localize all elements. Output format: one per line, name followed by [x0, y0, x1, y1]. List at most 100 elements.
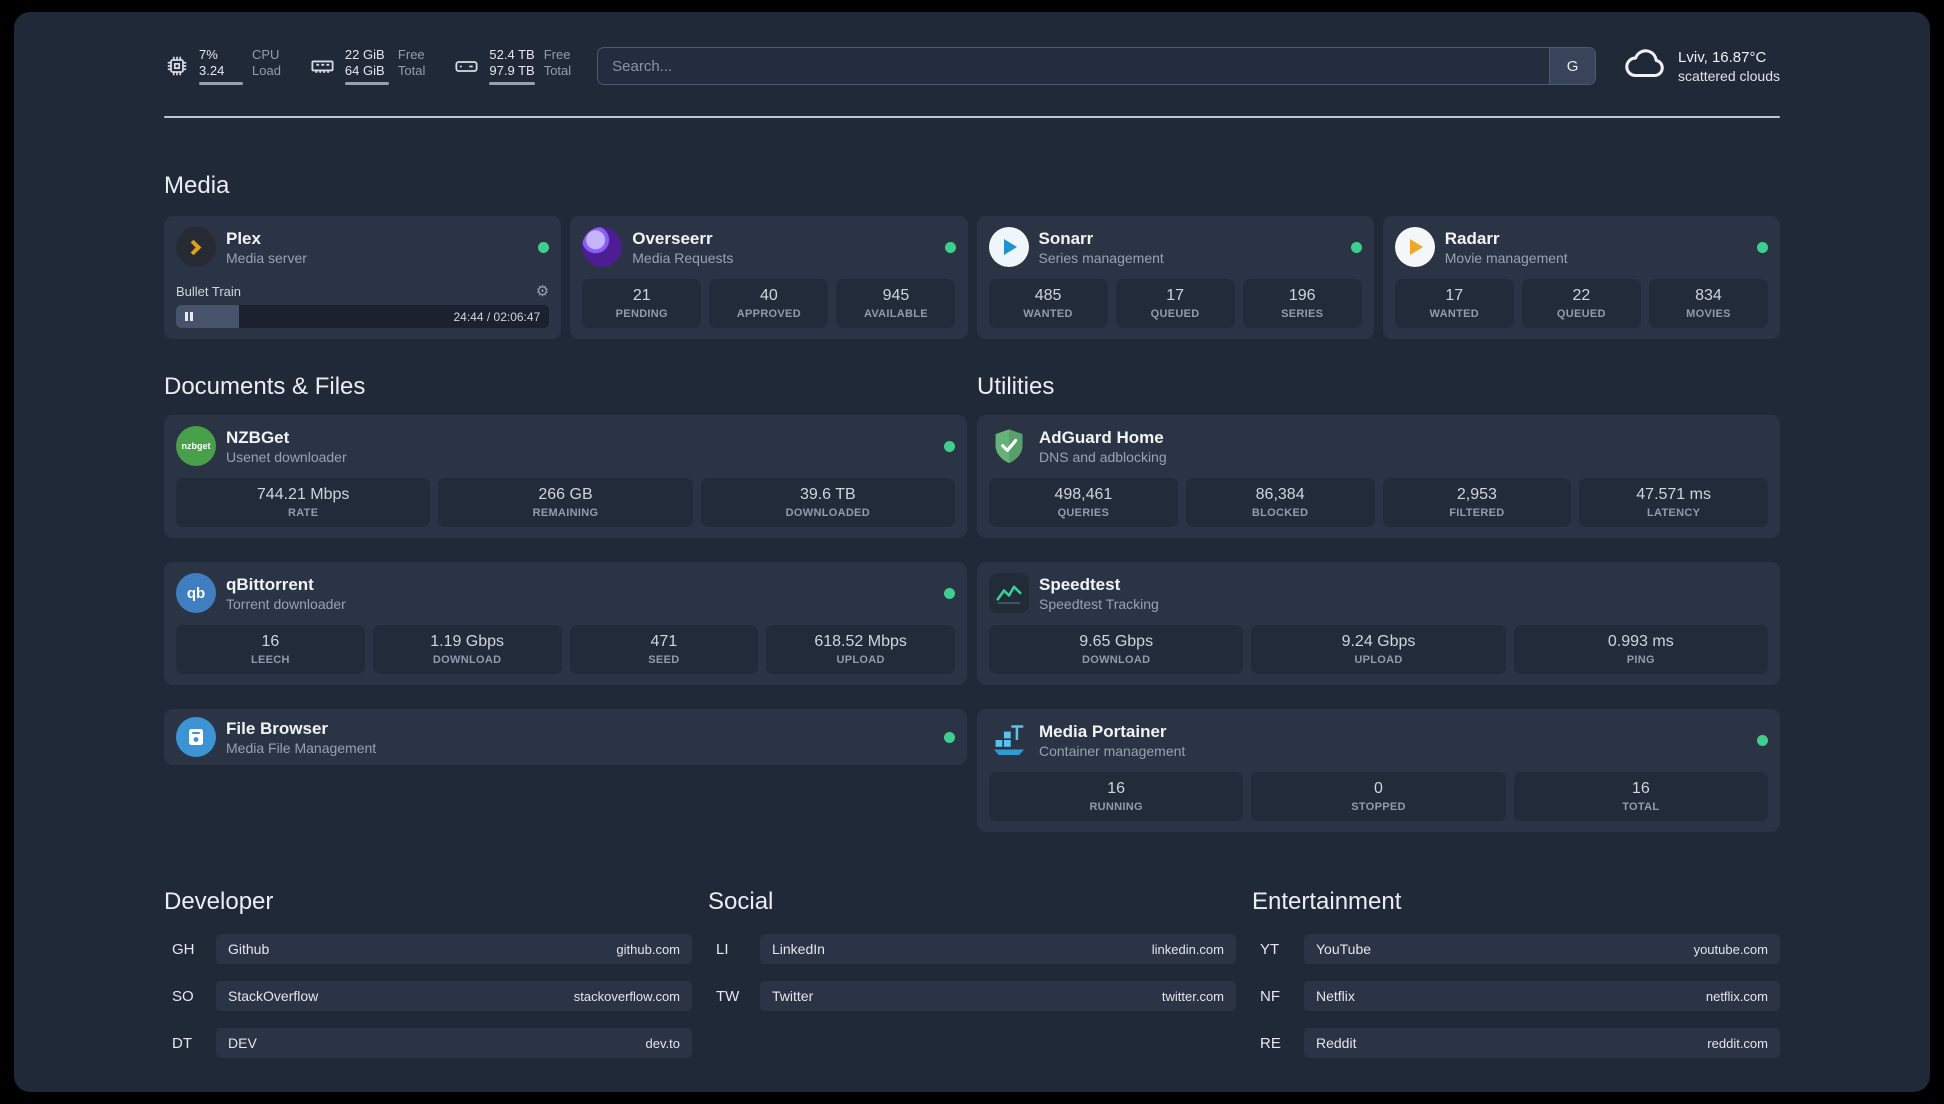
stat-block: 744.21 Mbps RATE: [176, 478, 431, 527]
bookmark-pill[interactable]: Github github.com: [216, 934, 692, 964]
bookmark-name: Github: [228, 941, 270, 957]
status-dot: [944, 731, 955, 743]
stat-value: 485: [1034, 287, 1062, 304]
service-card-adguard[interactable]: AdGuard Home DNS and adblocking 498,461 …: [977, 415, 1780, 538]
bookmark-abbr: GH: [172, 940, 195, 958]
bookmark-name: DEV: [228, 1035, 257, 1051]
service-card-nzbget[interactable]: nzbget NZBGet Usenet downloader 744.21 M…: [164, 415, 967, 538]
pause-button[interactable]: [185, 312, 193, 321]
ram-widget: 22 GiB 64 GiB Free Total: [309, 47, 425, 85]
weather-text: Lviv, 16.87°C scattered clouds: [1678, 48, 1780, 85]
stat-block: 9.65 Gbps DOWNLOAD: [989, 625, 1244, 674]
bookmark-github[interactable]: GH Github github.com: [164, 934, 692, 964]
service-card-speedtest[interactable]: Speedtest Speedtest Tracking 9.65 Gbps D…: [977, 562, 1780, 685]
bookmark-name: YouTube: [1316, 941, 1372, 957]
service-desc: Movie management: [1444, 249, 1568, 266]
service-card-overseerr[interactable]: Overseerr Media Requests 21 PENDING 40 A…: [570, 216, 968, 339]
status-dot: [944, 241, 956, 253]
bookmark-pill[interactable]: Netflix netflix.com: [1304, 981, 1780, 1011]
cpu-load: 3.24: [199, 63, 225, 78]
service-card-sonarr[interactable]: Sonarr Series management 485 WANTED 17 Q…: [976, 216, 1374, 339]
disk-usage-bar: [489, 82, 535, 85]
search-input[interactable]: [598, 48, 1550, 84]
filebrowser-icon: [176, 717, 216, 757]
bookmark-pill[interactable]: StackOverflow stackoverflow.com: [216, 981, 692, 1011]
stat-block: 16 TOTAL: [1513, 772, 1768, 821]
section-social: Social LI LinkedIn linkedin.com TW Twitt…: [708, 888, 1236, 1058]
stat-value: 16: [1631, 780, 1650, 797]
bookmark-pill[interactable]: Twitter twitter.com: [760, 981, 1236, 1011]
stat-block: 834 MOVIES: [1648, 279, 1768, 328]
stat-block: 22 QUEUED: [1521, 279, 1641, 328]
bookmark-url: dev.to: [645, 1035, 680, 1051]
service-name: Overseerr: [632, 228, 713, 248]
stat-block: 17 WANTED: [1394, 279, 1514, 328]
bookmark-reddit[interactable]: RE Reddit reddit.com: [1252, 1028, 1780, 1058]
gear-icon[interactable]: ⚙: [536, 284, 549, 299]
bookmark-dev[interactable]: DT DEV dev.to: [164, 1028, 692, 1058]
section-title-social: Social: [708, 888, 774, 915]
now-playing-widget: Bullet Train ⚙ 24:44 / 02:06:47: [176, 284, 550, 328]
service-desc: Torrent downloader: [226, 595, 346, 612]
service-card-qbittorrent[interactable]: qb qBittorrent Torrent downloader 16 LEE…: [164, 562, 967, 685]
stat-label: WANTED: [1023, 308, 1073, 320]
bookmark-pill[interactable]: Reddit reddit.com: [1304, 1028, 1780, 1058]
cpu-icon: [164, 53, 190, 79]
bookmark-abbr: NF: [1260, 987, 1280, 1005]
cpu-usage-bar: [199, 82, 243, 85]
stat-block: 618.52 Mbps UPLOAD: [766, 625, 955, 674]
bookmark-url: reddit.com: [1707, 1035, 1768, 1051]
section-title-media: Media: [164, 172, 230, 199]
search-provider-button[interactable]: G: [1549, 48, 1596, 84]
search-bar: G: [597, 47, 1597, 85]
portainer-crane-icon: [989, 720, 1029, 760]
bookmark-stackoverflow[interactable]: SO StackOverflow stackoverflow.com: [164, 981, 692, 1011]
section-developer: Developer GH Github github.com SO StackO…: [164, 888, 692, 1058]
service-desc: Container management: [1039, 742, 1186, 759]
ram-total: 64 GiB: [344, 63, 385, 78]
stat-label: TOTAL: [1622, 801, 1660, 813]
service-name: Media Portainer: [1039, 721, 1167, 741]
section-title-utilities: Utilities: [977, 373, 1055, 400]
cpu-percent: 7%: [199, 47, 218, 62]
window-frame: 7% 3.24 CPU Load 22 GiB 64 GiB Free Tota…: [0, 0, 1944, 1104]
stat-block: 498,461 QUERIES: [989, 478, 1178, 527]
ram-labels: Free Total: [397, 47, 426, 78]
bookmark-pill[interactable]: YouTube youtube.com: [1304, 934, 1780, 964]
stat-block: 0.993 ms PING: [1513, 625, 1768, 674]
playback-time: 24:44 / 02:06:47: [453, 309, 541, 324]
stat-label: FILTERED: [1449, 507, 1505, 519]
stat-block: 47.571 ms LATENCY: [1579, 478, 1768, 527]
service-card-plex[interactable]: Plex Media server Bullet Train ⚙ 24:44 /…: [164, 216, 562, 339]
stat-label: SEED: [648, 654, 680, 666]
service-card-filebrowser[interactable]: File Browser Media File Management: [164, 709, 967, 765]
stat-label: UPLOAD: [1354, 654, 1403, 666]
bookmark-abbr: YT: [1260, 940, 1280, 958]
hard-drive-icon: [453, 53, 480, 80]
stat-label: DOWNLOAD: [432, 654, 502, 666]
stat-block: 40 APPROVED: [709, 279, 829, 328]
cpu-values: 7% 3.24: [199, 47, 243, 85]
status-dot: [944, 587, 955, 599]
stat-label: RATE: [288, 507, 319, 519]
service-name: qBittorrent: [226, 574, 314, 594]
weather-widget: Lviv, 16.87°C scattered clouds: [1622, 41, 1780, 92]
section-title-documents: Documents & Files: [164, 373, 366, 400]
stat-value: 16: [1107, 780, 1126, 797]
service-card-radarr[interactable]: Radarr Movie management 17 WANTED 22 QUE…: [1382, 216, 1780, 339]
service-card-portainer[interactable]: Media Portainer Container management 16 …: [977, 709, 1780, 832]
bookmark-url: youtube.com: [1693, 941, 1768, 957]
cpu-labels: CPU Load: [252, 47, 281, 78]
plex-icon: [176, 227, 216, 267]
bookmark-name: LinkedIn: [772, 941, 825, 957]
bookmark-netflix[interactable]: NF Netflix netflix.com: [1252, 981, 1780, 1011]
bookmark-linkedin[interactable]: LI LinkedIn linkedin.com: [708, 934, 1236, 964]
bookmark-youtube[interactable]: YT YouTube youtube.com: [1252, 934, 1780, 964]
media-grid: Plex Media server Bullet Train ⚙ 24:44 /…: [164, 216, 1780, 339]
bookmark-pill[interactable]: LinkedIn linkedin.com: [760, 934, 1236, 964]
bookmark-pill[interactable]: DEV dev.to: [216, 1028, 692, 1058]
stat-block: 2,953 FILTERED: [1382, 478, 1572, 527]
stat-value: 47.571 ms: [1636, 486, 1711, 503]
adguard-shield-icon: [989, 426, 1029, 466]
bookmark-twitter[interactable]: TW Twitter twitter.com: [708, 981, 1236, 1011]
